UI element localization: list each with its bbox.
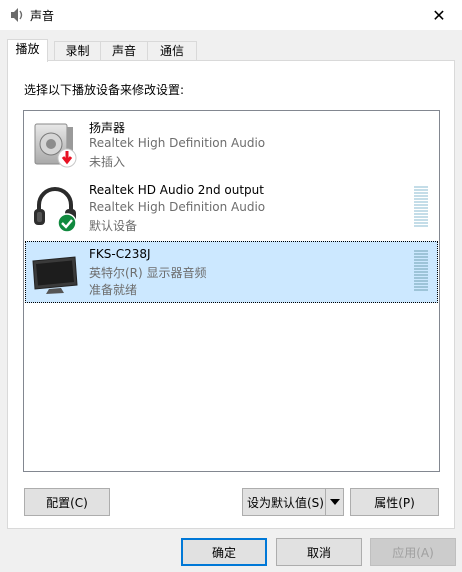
device-description: Realtek High Definition Audio <box>89 200 266 214</box>
device-status: 默认设备 <box>89 219 138 233</box>
monitor-icon <box>32 256 78 294</box>
device-name: Realtek HD Audio 2nd output <box>89 183 264 197</box>
set-default-label: 设为默认值(S) <box>247 495 324 510</box>
device-name: 扬声器 <box>89 121 126 135</box>
set-default-dropdown[interactable] <box>325 489 343 515</box>
cancel-button[interactable]: 取消 <box>276 538 362 566</box>
volume-meter <box>414 250 428 292</box>
default-check-badge <box>57 213 77 233</box>
device-item-monitor[interactable]: FKS-C238J 英特尔(R) 显示器音频 准备就绪 <box>25 241 438 303</box>
instruction-text: 选择以下播放设备来修改设置: <box>24 83 185 97</box>
chevron-down-icon <box>329 499 340 505</box>
device-status: 未插入 <box>89 155 126 169</box>
tab-strip: 播放 录制 声音 通信 <box>7 39 455 62</box>
device-name: FKS-C238J <box>89 247 151 261</box>
device-item-speakers[interactable]: 扬声器 Realtek High Definition Audio 未插入 <box>25 113 438 175</box>
headphones-icon <box>34 187 77 233</box>
tab-communications[interactable]: 通信 <box>147 41 197 61</box>
set-default-button[interactable]: 设为默认值(S) <box>242 488 344 516</box>
device-status: 准备就绪 <box>89 283 138 297</box>
title-bar: 声音 ✕ <box>0 0 462 30</box>
playback-panel: 选择以下播放设备来修改设置: 扬声器 Realtek High Definiti… <box>7 60 455 529</box>
apply-button[interactable]: 应用(A) <box>370 538 456 566</box>
device-list[interactable]: 扬声器 Realtek High Definition Audio 未插入 Re… <box>23 110 440 472</box>
tab-recording[interactable]: 录制 <box>54 41 101 61</box>
device-description: 英特尔(R) 显示器音频 <box>89 266 207 280</box>
volume-meter <box>414 186 428 228</box>
configure-button[interactable]: 配置(C) <box>24 488 110 516</box>
device-item-headphones[interactable]: Realtek HD Audio 2nd output Realtek High… <box>25 177 438 239</box>
close-button[interactable]: ✕ <box>416 0 462 30</box>
tab-sounds[interactable]: 声音 <box>100 41 148 61</box>
speaker-app-icon <box>11 8 23 22</box>
window-title: 声音 <box>30 9 55 23</box>
tab-playback[interactable]: 播放 <box>7 39 48 62</box>
properties-button[interactable]: 属性(P) <box>350 488 439 516</box>
unplugged-badge <box>57 148 77 168</box>
device-description: Realtek High Definition Audio <box>89 136 266 150</box>
speaker-icon <box>34 123 77 168</box>
ok-button[interactable]: 确定 <box>181 538 267 566</box>
close-icon: ✕ <box>432 5 446 25</box>
